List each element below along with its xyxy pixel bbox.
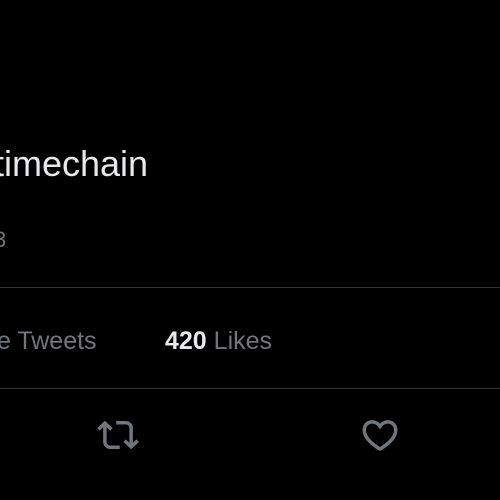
quote-tweets-label: te Tweets <box>0 327 97 355</box>
likes-count: 420 <box>165 327 207 355</box>
divider-top <box>0 287 500 288</box>
tweet-timestamp[interactable]: 3 <box>0 226 6 254</box>
retweet-button[interactable] <box>95 412 141 458</box>
likes-stat[interactable]: 420 Likes <box>165 326 272 356</box>
divider-bottom <box>0 388 500 389</box>
like-button[interactable] <box>357 412 403 458</box>
heart-icon <box>362 420 398 452</box>
quote-tweets-stat[interactable]: te Tweets <box>0 326 97 356</box>
tweet-text: timechain <box>0 143 149 184</box>
tweet-stats: te Tweets 420 Likes <box>0 326 500 356</box>
likes-label: Likes <box>213 327 273 355</box>
retweet-icon <box>97 420 139 450</box>
tweet-action-bar <box>0 412 500 458</box>
